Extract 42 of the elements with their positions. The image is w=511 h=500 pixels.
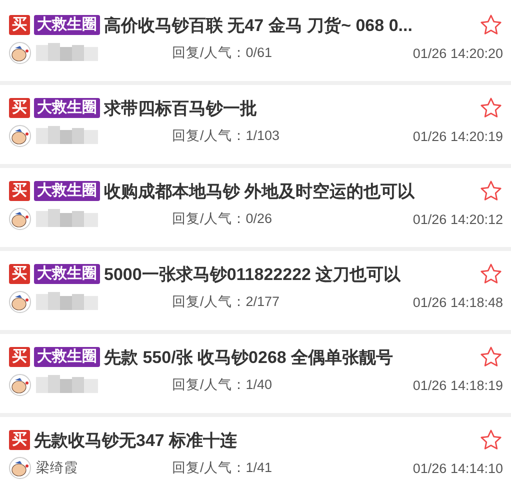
avatar-icon[interactable] [9,125,31,147]
avatar-icon[interactable] [9,42,31,64]
reply-views-count: 回复/人气：1/41 [172,459,274,477]
avatar-icon[interactable] [9,374,31,396]
reply-views-count: 回复/人气：0/61 [172,44,274,62]
post-title[interactable]: 先款收马钞无347 标准十连 [34,428,475,452]
favorite-star-icon[interactable] [479,262,503,286]
post-time: 01/26 14:18:48 [412,294,503,310]
favorite-star-icon[interactable] [479,345,503,369]
avatar-icon[interactable] [9,291,31,313]
reply-views-count: 回复/人气：1/40 [172,376,274,394]
post-title[interactable]: 收购成都本地马钞 外地及时空运的也可以 [104,180,475,202]
post-time: 01/26 14:20:20 [412,46,503,60]
post-type-tag: 买 [9,430,30,450]
post-time: 01/26 14:14:10 [412,460,503,476]
post-time: 01/26 14:18:19 [412,378,503,392]
post-title[interactable]: 高价收马钞百联 无47 金马 刀货~ 068 0... [104,14,475,36]
reply-views-count: 回复/人气：1/103 [172,127,281,145]
group-tag: 大救生圈 [34,15,100,35]
favorite-star-icon[interactable] [479,179,503,203]
post-time: 01/26 14:20:12 [412,212,503,226]
reply-views-count: 回复/人气：2/177 [172,293,281,311]
group-tag: 大救生圈 [34,347,100,367]
post-title[interactable]: 5000一张求马钞011822222 这刀也可以 [104,262,475,286]
avatar-icon[interactable] [9,208,31,230]
post-type-tag: 买 [9,347,30,367]
post-time: 01/26 14:20:19 [412,128,503,144]
post-type-tag: 买 [9,181,30,201]
post-type-tag: 买 [9,264,30,284]
post-title[interactable]: 求带四标百马钞一批 [104,96,475,120]
post-type-tag: 买 [9,98,30,118]
favorite-star-icon[interactable] [479,428,503,452]
reply-views-count: 回复/人气：0/26 [172,210,274,228]
user-name[interactable]: 梁绮霞 [36,459,78,477]
group-tag: 大救生圈 [34,264,100,284]
favorite-star-icon[interactable] [479,96,503,120]
group-tag: 大救生圈 [34,98,100,118]
post-type-tag: 买 [9,15,30,35]
avatar-icon[interactable] [9,457,31,479]
group-tag: 大救生圈 [34,181,100,201]
post-title[interactable]: 先款 550/张 收马钞0268 全偶单张靓号 [104,346,475,368]
favorite-star-icon[interactable] [479,13,503,37]
